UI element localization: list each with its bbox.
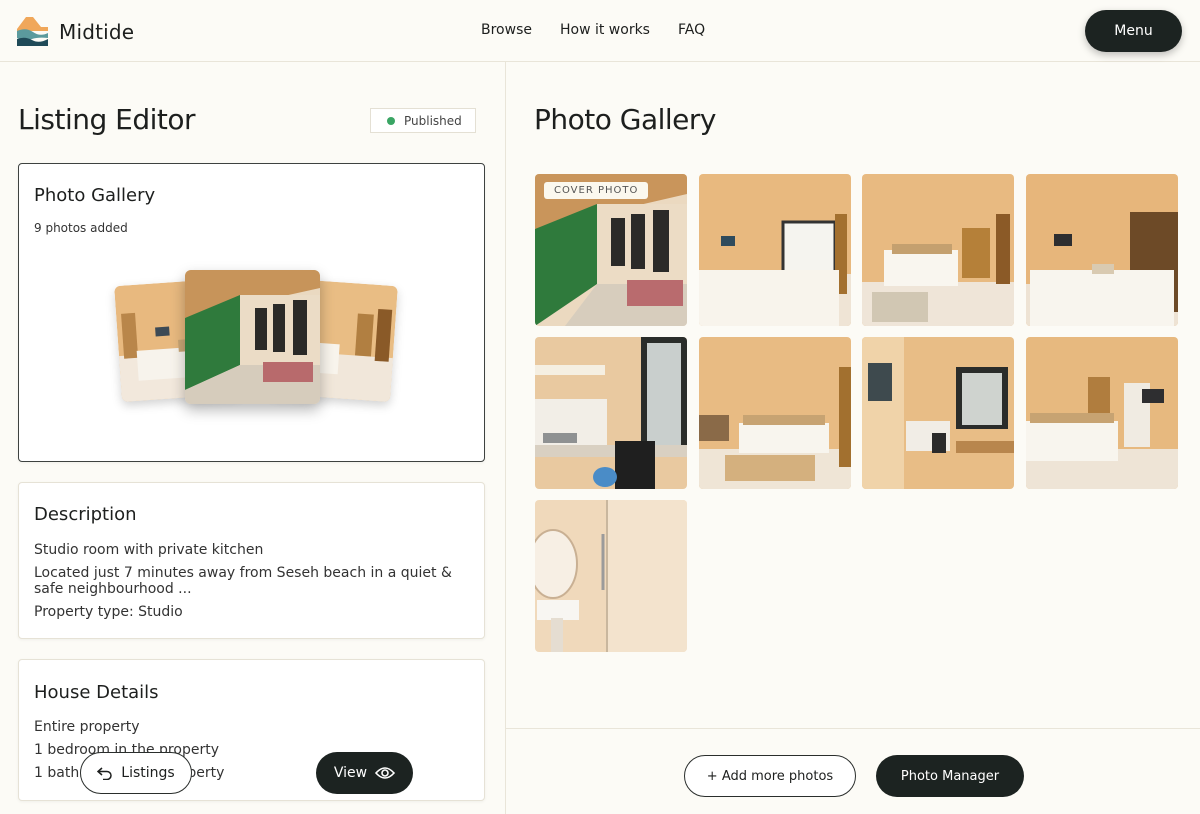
add-more-photos-button[interactable]: + Add more photos (684, 755, 856, 797)
gallery-photo-cover[interactable]: COVER PHOTO (535, 174, 687, 326)
main-nav: Browse How it works FAQ (481, 22, 733, 38)
photo-gallery-card-title: Photo Gallery (34, 185, 156, 206)
gallery-photo[interactable] (1026, 337, 1178, 489)
view-button-label: View (333, 765, 368, 781)
nav-faq-link[interactable]: FAQ (678, 22, 705, 38)
listings-button[interactable]: Listings (80, 752, 192, 794)
gallery-photo[interactable] (862, 337, 1014, 489)
description-line: safe neighbourhood ... (34, 581, 192, 597)
property-type: Property type: Studio (34, 604, 183, 620)
listings-button-label: Listings (121, 765, 175, 781)
brand-name[interactable]: Midtide (59, 20, 134, 44)
nav-how-it-works-link[interactable]: How it works (560, 22, 650, 38)
back-arrow-icon (97, 767, 113, 780)
photo-stack-preview (114, 264, 398, 414)
gallery-title: Photo Gallery (534, 103, 717, 136)
page-title: Listing Editor (18, 103, 196, 136)
house-detail-line: Entire property (34, 719, 140, 735)
photo-count: 9 photos added (34, 221, 128, 235)
gallery-photo[interactable] (699, 337, 851, 489)
gallery-photo[interactable] (1026, 174, 1178, 326)
house-details-card-title: House Details (34, 682, 159, 703)
eye-icon (375, 767, 396, 779)
view-button[interactable]: View (316, 752, 413, 794)
status-label: Published (404, 113, 462, 128)
column-divider (505, 62, 506, 814)
photo-manager-button[interactable]: Photo Manager (876, 755, 1024, 797)
description-card[interactable]: Description Studio room with private kit… (18, 482, 485, 639)
photo-gallery-card[interactable]: Photo Gallery 9 photos added (18, 163, 485, 462)
status-badge: Published (370, 108, 476, 133)
cover-photo-badge: COVER PHOTO (544, 182, 649, 199)
gallery-photo[interactable] (699, 174, 851, 326)
menu-button[interactable]: Menu (1085, 10, 1182, 52)
description-card-title: Description (34, 504, 137, 525)
description-line: Studio room with private kitchen (34, 542, 264, 558)
gallery-photo[interactable] (862, 174, 1014, 326)
midtide-logo-icon[interactable] (16, 13, 49, 46)
status-dot-icon (387, 116, 395, 125)
top-header: Midtide Browse How it works FAQ Menu (0, 0, 1200, 62)
nav-browse-link[interactable]: Browse (481, 22, 532, 38)
gallery-photo[interactable] (535, 500, 687, 652)
preview-photo-cover (185, 270, 320, 404)
gallery-photo[interactable] (535, 337, 687, 489)
description-line: Located just 7 minutes away from Seseh b… (34, 565, 452, 581)
